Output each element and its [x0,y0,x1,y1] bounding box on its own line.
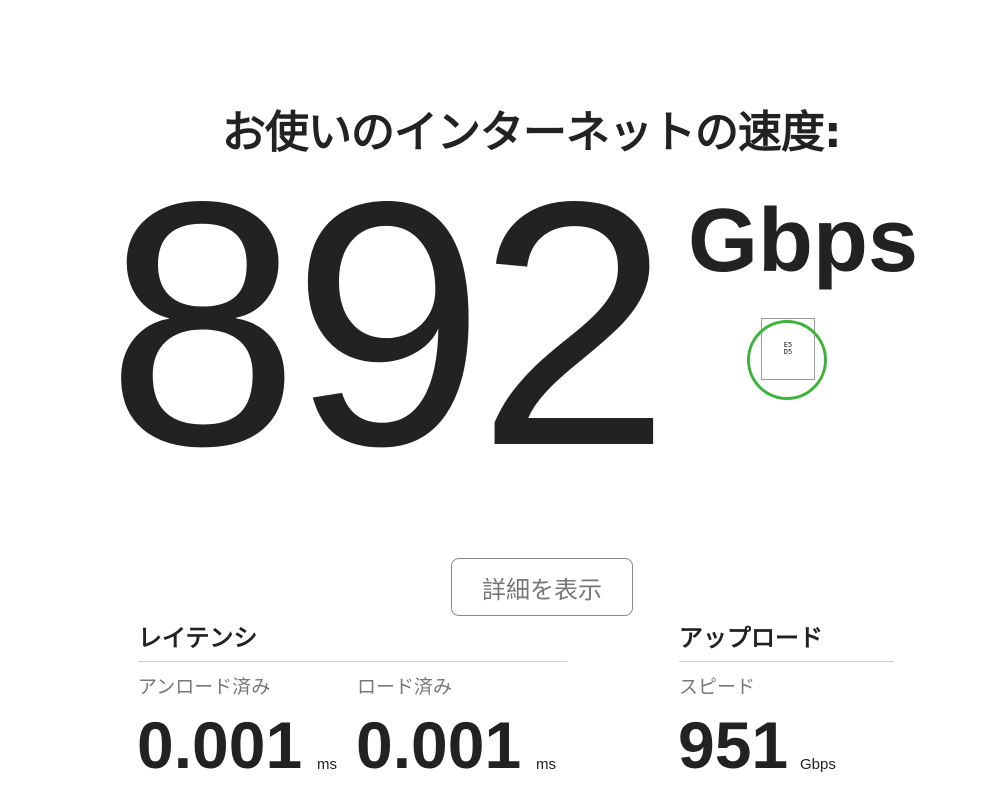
loaded-latency-label: ロード済み [357,676,453,698]
show-details-button[interactable]: 詳細を表示 [451,558,633,616]
download-speed-value: 892 [106,129,671,518]
upload-divider [679,661,894,662]
loading-indicator-text: E5 D5 [783,341,793,356]
upload-title: アップロード [679,624,823,652]
unloaded-latency-value: 0.001 [137,708,303,782]
latency-title: レイテンシ [138,624,258,652]
loaded-latency-value: 0.001 [356,708,522,782]
loading-indicator-box: E5 D5 [761,318,815,380]
upload-speed-value: 951 [678,708,789,782]
upload-speed-unit: Gbps [800,756,836,773]
unloaded-latency-unit: ms [317,756,337,773]
unloaded-latency-label: アンロード済み [138,676,271,698]
upload-speed-label: スピード [679,676,756,698]
download-speed-unit: Gbps [688,191,919,291]
loaded-latency-unit: ms [536,756,556,773]
latency-divider [138,661,567,662]
